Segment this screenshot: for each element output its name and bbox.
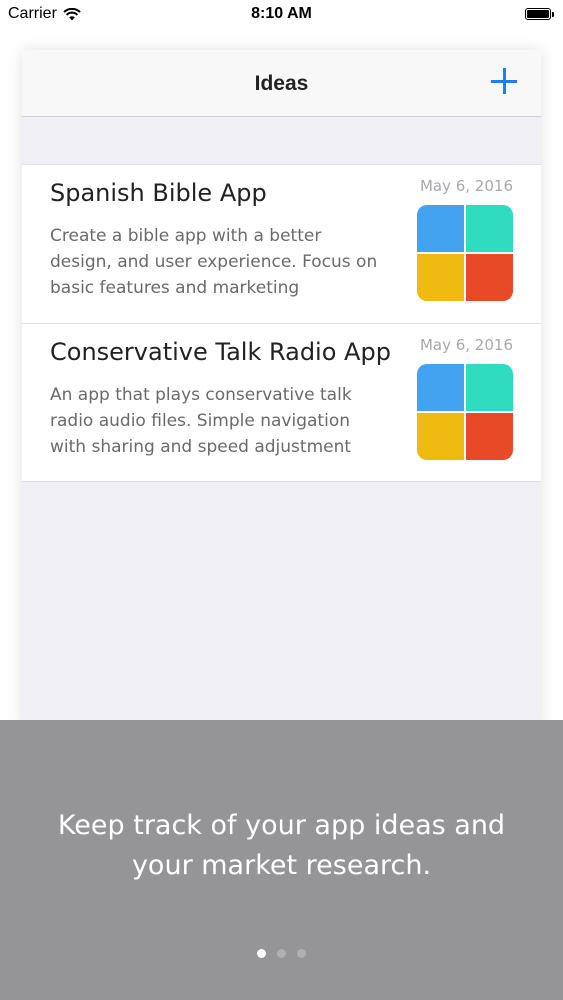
idea-date: May 6, 2016 — [419, 336, 513, 354]
idea-row[interactable]: Spanish Bible App Create a bible app wit… — [22, 165, 541, 323]
idea-title: Conservative Talk Radio App — [50, 338, 391, 366]
app-grid-icon — [417, 205, 513, 301]
idea-description: Create a bible app with a better design,… — [50, 226, 378, 298]
page-dot-1[interactable] — [257, 949, 266, 958]
status-bar: Carrier 8:10 AM — [0, 0, 563, 30]
battery-icon — [525, 8, 554, 20]
page-indicator[interactable] — [0, 949, 563, 958]
add-idea-button[interactable] — [487, 64, 521, 98]
idea-date: May 6, 2016 — [419, 177, 513, 195]
page-title: Ideas — [254, 72, 309, 95]
navigation-bar: Ideas — [22, 50, 541, 117]
app-screen: Ideas Spanish Bible App Create a bible a… — [22, 50, 541, 730]
page-dot-2[interactable] — [277, 949, 286, 958]
onboarding-overlay[interactable]: Keep track of your app ideas and your ma… — [0, 720, 563, 1000]
idea-description: An app that plays conservative talk radi… — [50, 385, 352, 457]
idea-row[interactable]: Conservative Talk Radio App An app that … — [22, 323, 541, 481]
ideas-list: Spanish Bible App Create a bible app wit… — [22, 164, 541, 482]
onboarding-message: Keep track of your app ideas and your ma… — [57, 810, 506, 881]
status-time: 8:10 AM — [251, 5, 312, 22]
idea-title: Spanish Bible App — [50, 179, 267, 207]
app-grid-icon — [417, 364, 513, 460]
page-dot-3[interactable] — [297, 949, 306, 958]
